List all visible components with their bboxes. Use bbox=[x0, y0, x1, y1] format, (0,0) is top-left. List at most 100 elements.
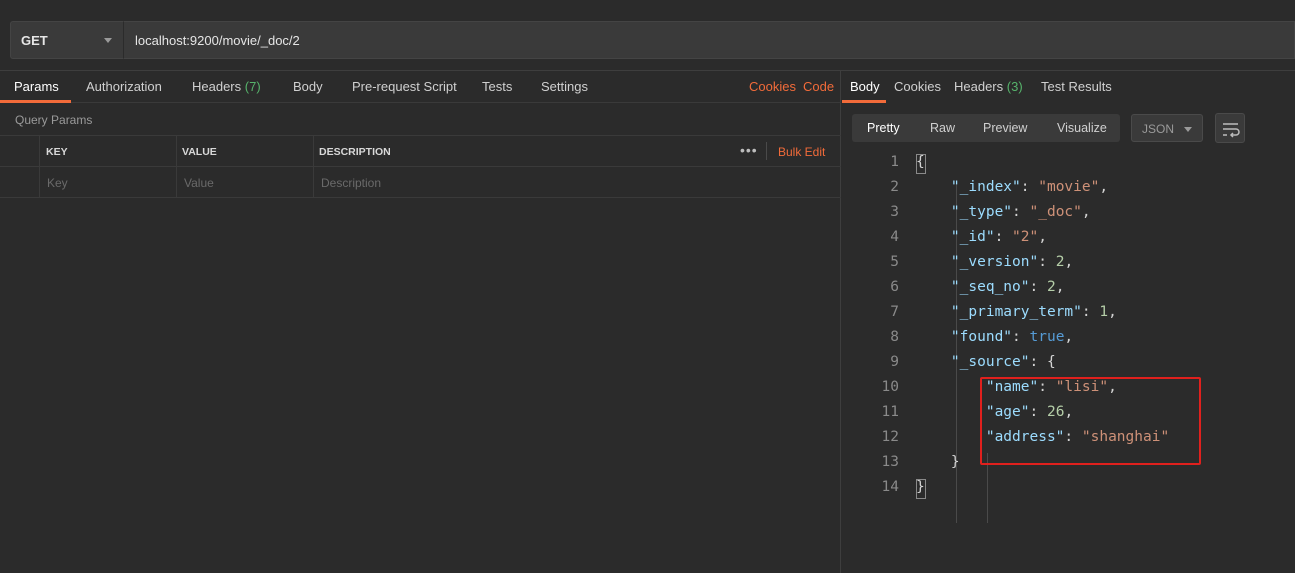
key-placeholder: Key bbox=[47, 176, 68, 190]
tab-test-results[interactable]: Test Results bbox=[1041, 79, 1112, 94]
json-value: { bbox=[1046, 354, 1056, 370]
json-key: "_id" bbox=[950, 229, 995, 245]
code-text: } bbox=[916, 454, 960, 470]
line-number: 8 bbox=[890, 329, 899, 345]
json-value: } bbox=[950, 454, 960, 470]
code-line: 3 "_type": "_doc", bbox=[842, 201, 1295, 226]
bulk-edit-link[interactable]: Bulk Edit bbox=[778, 145, 825, 159]
more-options-icon[interactable]: ••• bbox=[740, 142, 758, 158]
tab-headers-label: Headers bbox=[192, 79, 242, 94]
visualize-button[interactable]: Visualize bbox=[1057, 121, 1107, 135]
key-header-label: KEY bbox=[46, 146, 68, 158]
value-column-header: VALUE bbox=[176, 136, 313, 167]
json-value: "2" bbox=[1012, 229, 1039, 245]
tab-response-cookies[interactable]: Cookies bbox=[894, 79, 941, 94]
code-line: 14} bbox=[842, 476, 1295, 501]
active-tab-indicator bbox=[0, 100, 71, 103]
format-label: JSON bbox=[1142, 122, 1175, 136]
json-value: 1 bbox=[1099, 304, 1109, 320]
tab-tests[interactable]: Tests bbox=[482, 79, 512, 94]
wrap-lines-icon bbox=[1223, 123, 1240, 138]
code-line: 7 "_primary_term": 1, bbox=[842, 301, 1295, 326]
pretty-button[interactable]: Pretty bbox=[867, 121, 900, 135]
json-value: { bbox=[916, 154, 925, 170]
json-value: "movie" bbox=[1038, 179, 1100, 195]
response-body-editor[interactable]: 1{2 "_index": "movie", 3 "_type": "_doc",… bbox=[842, 151, 1295, 573]
headers-count-badge: (7) bbox=[244, 79, 261, 94]
tab-body[interactable]: Body bbox=[293, 79, 323, 94]
code-line: 9 "_source": { bbox=[842, 351, 1295, 376]
json-value: "_doc" bbox=[1029, 204, 1082, 220]
line-number: 5 bbox=[890, 254, 899, 270]
response-panel: Body Cookies Headers (3) Test Results Pr… bbox=[842, 71, 1295, 573]
code-text: { bbox=[916, 154, 925, 170]
value-field[interactable]: Value bbox=[176, 167, 313, 198]
code-text: "_type": "_doc", bbox=[950, 204, 1091, 220]
tab-settings[interactable]: Settings bbox=[541, 79, 588, 94]
code-line: 2 "_index": "movie", bbox=[842, 176, 1295, 201]
code-text: "found": true, bbox=[950, 329, 1074, 345]
query-params-table: KEY VALUE DESCRIPTION ••• Bulk Edit Key … bbox=[0, 135, 841, 198]
line-number: 3 bbox=[890, 204, 899, 220]
json-value: } bbox=[916, 479, 925, 495]
divider bbox=[766, 142, 767, 160]
line-number: 13 bbox=[881, 454, 899, 470]
json-key: "_type" bbox=[950, 204, 1013, 220]
value-placeholder: Value bbox=[184, 176, 214, 190]
table-header-row: KEY VALUE DESCRIPTION ••• Bulk Edit bbox=[0, 136, 841, 167]
json-value: 2 bbox=[1046, 279, 1056, 295]
cookies-link[interactable]: Cookies bbox=[749, 79, 796, 94]
tab-headers[interactable]: Headers (7) bbox=[192, 79, 261, 94]
code-text: "_id": "2", bbox=[950, 229, 1047, 245]
json-value: 2 bbox=[1055, 254, 1065, 270]
code-text: "_primary_term": 1, bbox=[950, 304, 1117, 320]
line-number: 4 bbox=[890, 229, 899, 245]
json-key: "_source" bbox=[950, 354, 1030, 370]
line-number: 10 bbox=[881, 379, 899, 395]
code-line: 1{ bbox=[842, 151, 1295, 176]
response-headers-count-badge: (3) bbox=[1006, 79, 1023, 94]
preview-button[interactable]: Preview bbox=[983, 121, 1027, 135]
tab-prerequest-script[interactable]: Pre-request Script bbox=[352, 79, 457, 94]
code-text: "_index": "movie", bbox=[950, 179, 1109, 195]
key-field[interactable]: Key bbox=[39, 167, 176, 198]
description-field[interactable]: Description bbox=[313, 167, 841, 198]
annotation-highlight-box bbox=[980, 377, 1201, 465]
description-column-header: DESCRIPTION bbox=[313, 136, 841, 167]
tab-authorization[interactable]: Authorization bbox=[86, 79, 162, 94]
json-key: "_seq_no" bbox=[950, 279, 1030, 295]
description-placeholder: Description bbox=[321, 176, 382, 190]
chevron-down-icon bbox=[1184, 127, 1192, 132]
key-column-header: KEY bbox=[39, 136, 176, 167]
code-line: 6 "_seq_no": 2, bbox=[842, 276, 1295, 301]
tab-params[interactable]: Params bbox=[14, 79, 59, 94]
url-text: localhost:9200/movie/_doc/2 bbox=[135, 33, 300, 48]
json-value: true bbox=[1029, 329, 1065, 345]
code-text: "_version": 2, bbox=[950, 254, 1074, 270]
tab-response-headers-label: Headers bbox=[954, 79, 1004, 94]
view-mode-toolbar: Pretty Raw Preview Visualize bbox=[852, 114, 1120, 142]
line-number: 11 bbox=[881, 404, 899, 420]
request-panel: Params Authorization Headers (7) Body Pr… bbox=[0, 71, 841, 573]
raw-button[interactable]: Raw bbox=[930, 121, 955, 135]
line-number: 7 bbox=[890, 304, 899, 320]
json-key: "found" bbox=[950, 329, 1013, 345]
tab-response-headers[interactable]: Headers (3) bbox=[954, 79, 1023, 94]
code-link[interactable]: Code bbox=[803, 79, 834, 94]
method-select[interactable]: GET bbox=[10, 21, 124, 59]
url-input[interactable]: localhost:9200/movie/_doc/2 bbox=[124, 21, 1295, 59]
request-tabs: Params Authorization Headers (7) Body Pr… bbox=[0, 71, 841, 103]
active-response-tab-indicator bbox=[842, 100, 886, 103]
wrap-lines-button[interactable] bbox=[1215, 113, 1245, 143]
line-number: 2 bbox=[890, 179, 899, 195]
tab-response-body[interactable]: Body bbox=[850, 79, 880, 94]
query-params-title: Query Params bbox=[15, 113, 93, 127]
method-label: GET bbox=[21, 33, 48, 48]
json-key: "_index" bbox=[950, 179, 1021, 195]
code-text: } bbox=[916, 479, 925, 495]
line-number: 1 bbox=[890, 154, 899, 170]
code-text: "_source": { bbox=[950, 354, 1056, 370]
format-select[interactable]: JSON bbox=[1131, 114, 1203, 142]
line-number: 6 bbox=[890, 279, 899, 295]
line-number: 14 bbox=[881, 479, 899, 495]
